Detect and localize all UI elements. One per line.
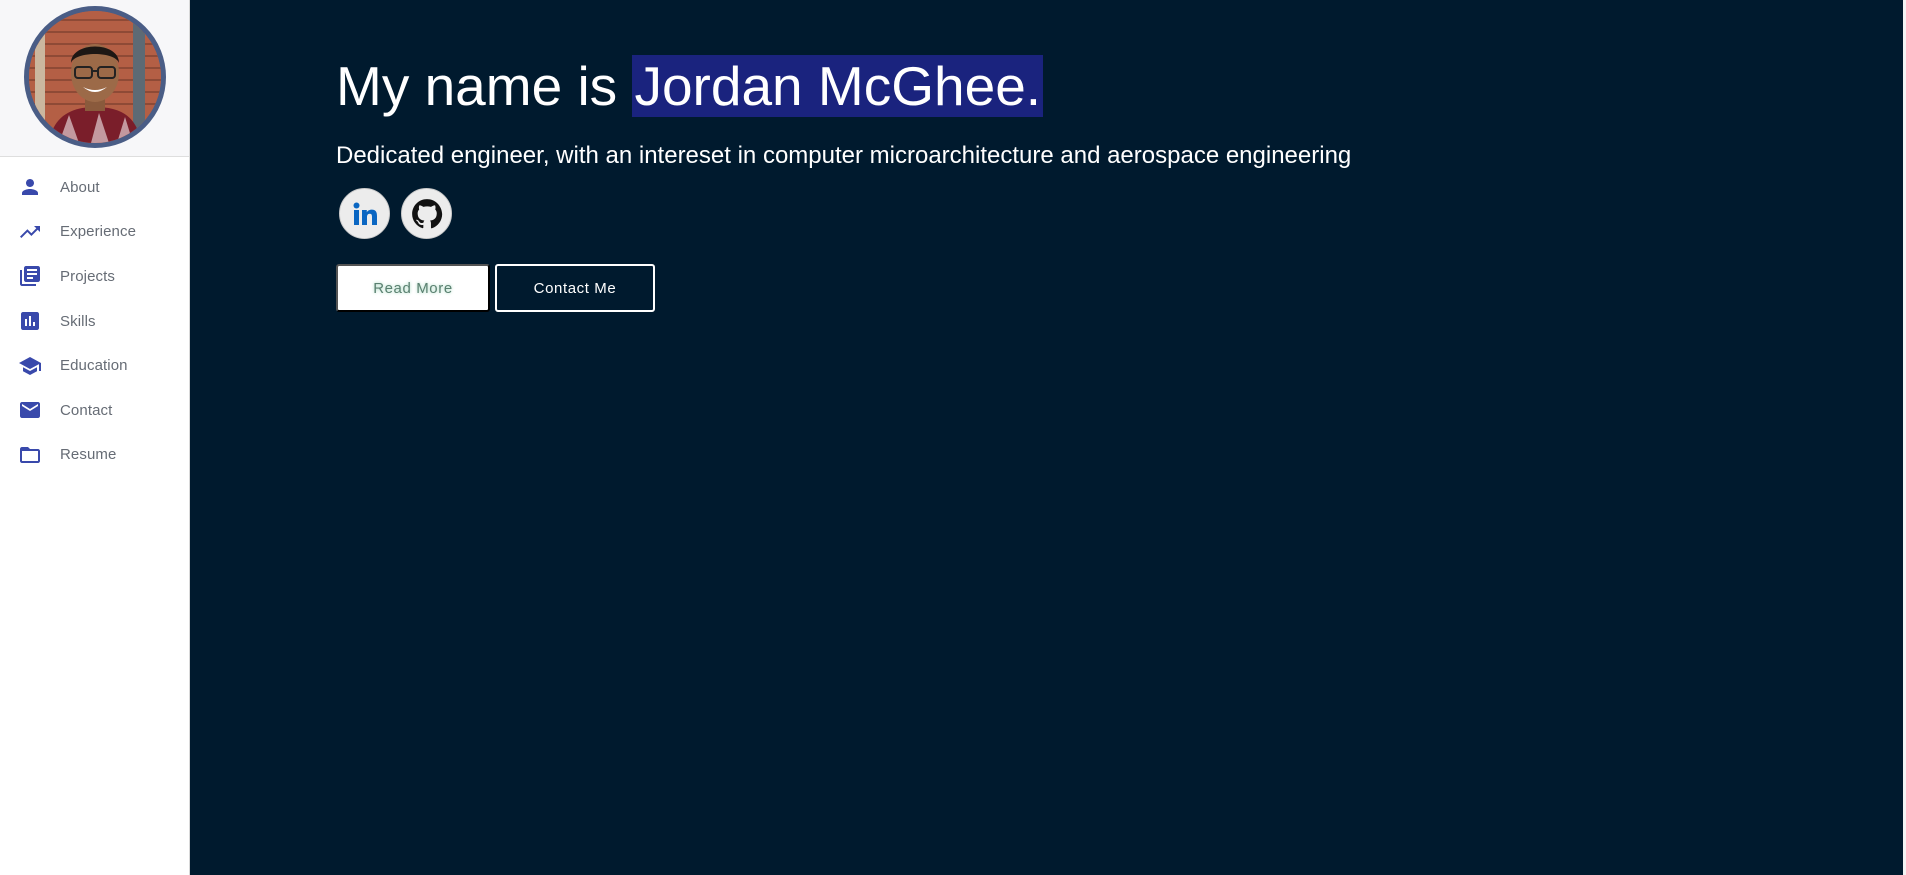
- hero-buttons: Read More Contact Me: [336, 264, 1351, 312]
- sidebar-item-contact[interactable]: Contact: [0, 388, 189, 433]
- sidebar-item-label: Resume: [60, 446, 117, 464]
- sidebar-item-label: Education: [60, 357, 128, 375]
- sidebar: About Experience Projects Skills Educati…: [0, 0, 190, 875]
- hero-section: My name is Jordan McGhee. Dedicated engi…: [336, 54, 1351, 312]
- linkedin-icon: [353, 202, 377, 225]
- trending-up-icon: [18, 220, 42, 244]
- sidebar-nav: About Experience Projects Skills Educati…: [0, 157, 189, 477]
- sidebar-item-label: About: [60, 178, 100, 196]
- title-name-highlight: Jordan McGhee.: [632, 55, 1044, 117]
- title-prefix: My name is: [336, 55, 633, 117]
- sidebar-item-projects[interactable]: Projects: [0, 254, 189, 299]
- linkedin-link[interactable]: [339, 188, 390, 239]
- sidebar-item-about[interactable]: About: [0, 165, 189, 210]
- contact-me-button[interactable]: Contact Me: [495, 264, 655, 312]
- sidebar-item-label: Projects: [60, 267, 115, 285]
- sidebar-item-experience[interactable]: Experience: [0, 210, 189, 255]
- main-content: My name is Jordan McGhee. Dedicated engi…: [190, 0, 1903, 875]
- avatar-area: [0, 0, 189, 157]
- avatar-image: [28, 11, 161, 143]
- sidebar-item-label: Skills: [60, 312, 96, 330]
- sidebar-item-education[interactable]: Education: [0, 343, 189, 388]
- github-icon: [411, 198, 442, 228]
- bar-chart-icon: [18, 309, 42, 333]
- mail-icon: [18, 398, 42, 422]
- library-books-icon: [18, 264, 42, 288]
- read-more-button[interactable]: Read More: [336, 264, 490, 312]
- sidebar-item-skills[interactable]: Skills: [0, 299, 189, 344]
- hero-subtitle: Dedicated engineer, with an intereset in…: [336, 142, 1352, 169]
- page-title: My name is Jordan McGhee.: [336, 54, 1351, 118]
- school-icon: [18, 354, 42, 378]
- sidebar-item-resume[interactable]: Resume: [0, 433, 189, 478]
- social-links: [339, 188, 1351, 239]
- sidebar-item-label: Experience: [60, 223, 137, 241]
- sidebar-item-label: Contact: [60, 401, 113, 419]
- github-link[interactable]: [401, 188, 452, 239]
- person-icon: [18, 175, 42, 199]
- folder-icon: [18, 443, 42, 467]
- avatar[interactable]: [23, 6, 166, 148]
